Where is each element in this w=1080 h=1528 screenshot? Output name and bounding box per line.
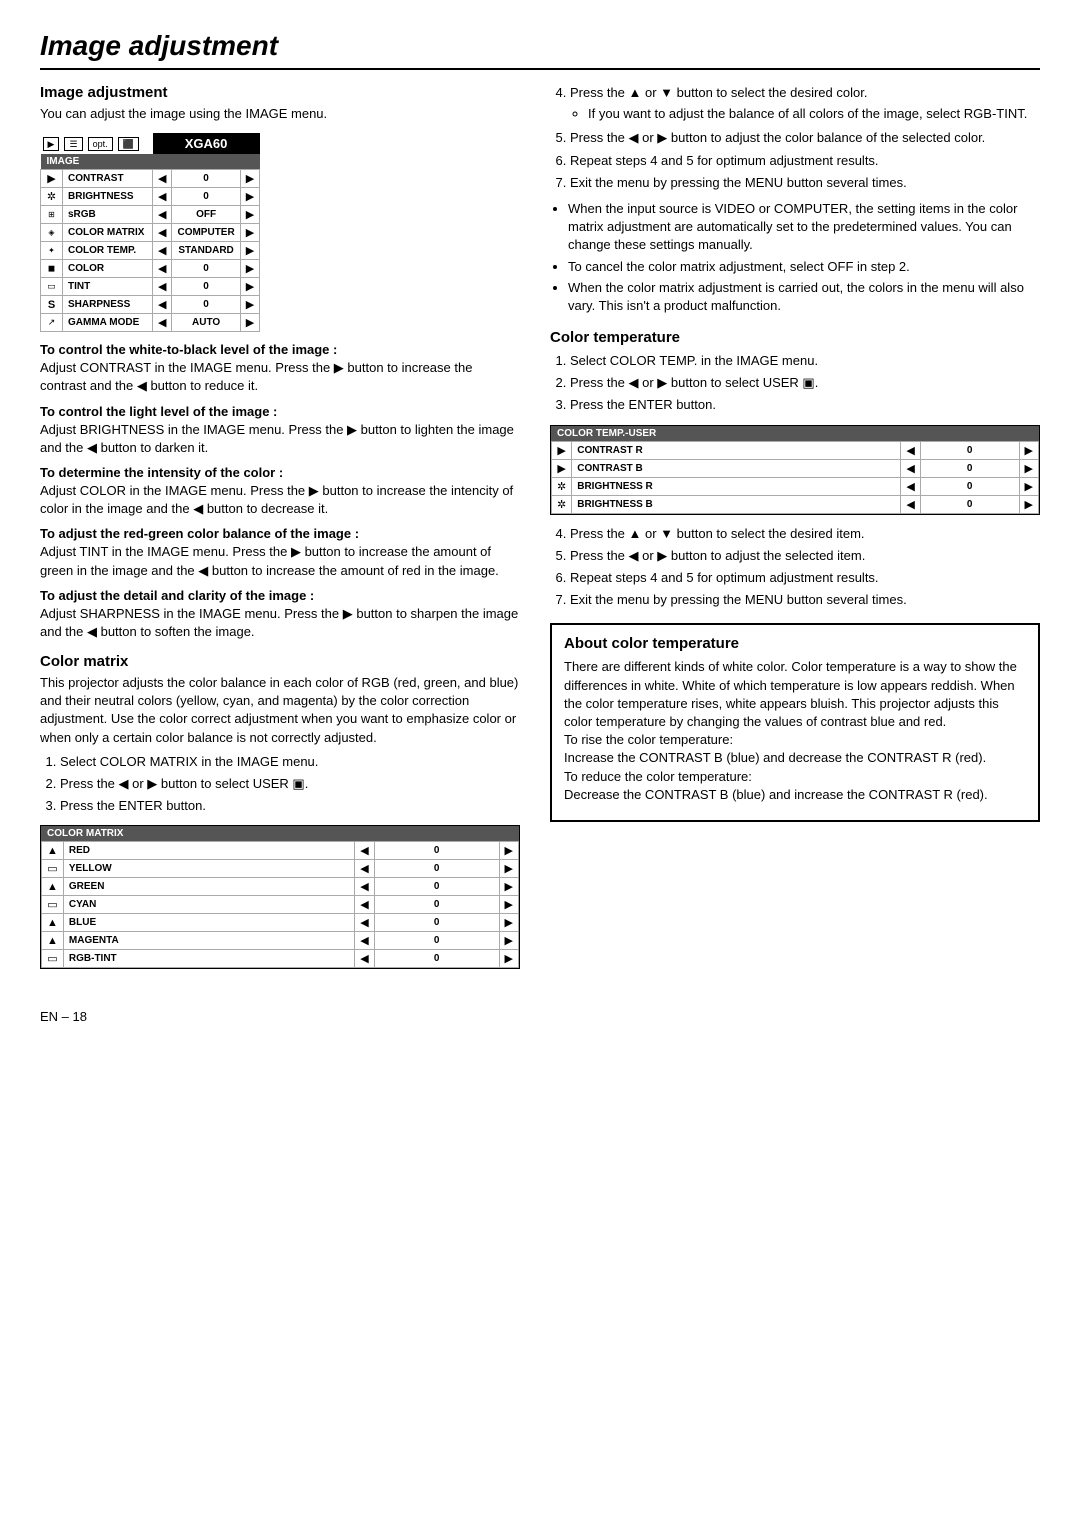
color-temp-steps: Select COLOR TEMP. in the IMAGE menu. Pr… xyxy=(570,352,1040,415)
ct-step-4: Press the ▲ or ▼ button to select the de… xyxy=(570,525,1040,543)
yellow-label: YELLOW xyxy=(63,860,354,878)
color-matrix-heading: Color matrix xyxy=(40,653,520,670)
step-2: Press the ◀ or ▶ button to select USER ▣… xyxy=(60,775,520,793)
adjustment-section-contrast: To control the white-to-black level of t… xyxy=(40,342,520,395)
brightness-b-icon: ✲ xyxy=(552,495,572,513)
gamma-icon: ↗ xyxy=(41,314,63,332)
srgb-label: sRGB xyxy=(63,206,153,224)
ct-step-3: Press the ENTER button. xyxy=(570,396,1040,414)
color-temp-heading: Color temperature xyxy=(550,329,1040,346)
red-icon: ▲ xyxy=(42,842,64,860)
color-temp-icon: ✦ xyxy=(41,242,63,260)
cyan-label: CYAN xyxy=(63,896,354,914)
red-label: RED xyxy=(63,842,354,860)
contrast-label: CONTRAST xyxy=(63,170,153,188)
xga-label: XGA60 xyxy=(153,133,260,154)
note-3: When the color matrix adjustment is carr… xyxy=(568,279,1040,315)
page-title: Image adjustment xyxy=(40,30,1040,70)
about-color-temp-heading: About color temperature xyxy=(564,635,1026,652)
contrast-b-icon: ▶ xyxy=(552,459,572,477)
rgbtint-label: RGB-TINT xyxy=(63,950,354,968)
brightness-b-label: BRIGHTNESS B xyxy=(572,495,901,513)
image-menu-table: ▶ ☰ opt. ⬛ XGA60 IMAGE ▶ CONTRAST ◀ 0 ▶ … xyxy=(40,133,260,332)
contrast-r-icon: ▶ xyxy=(552,441,572,459)
step-6: Repeat steps 4 and 5 for optimum adjustm… xyxy=(570,152,1040,170)
contrast-b-label: CONTRAST B xyxy=(572,459,901,477)
note-1: When the input source is VIDEO or COMPUT… xyxy=(568,200,1040,255)
cyan-icon: ▭ xyxy=(42,896,64,914)
color-matrix-icon: ◈ xyxy=(41,224,63,242)
ct-step-5: Press the ◀ or ▶ button to adjust the se… xyxy=(570,547,1040,565)
contrast-r-label: CONTRAST R xyxy=(572,441,901,459)
right-steps-continued: Press the ▲ or ▼ button to select the de… xyxy=(570,84,1040,192)
color-matrix-table-header: COLOR MATRIX xyxy=(41,826,519,841)
adjustment-section-color: To determine the intensity of the color … xyxy=(40,465,520,518)
magenta-label: MAGENTA xyxy=(63,932,354,950)
magenta-icon: ▲ xyxy=(42,932,64,950)
color-label: COLOR xyxy=(63,260,153,278)
color-temp-box: COLOR TEMP.-USER ▶ CONTRAST R ◀ 0 ▶ ▶ CO… xyxy=(550,425,1040,515)
tint-label: TINT xyxy=(63,278,153,296)
color-matrix-steps: Select COLOR MATRIX in the IMAGE menu. P… xyxy=(60,753,520,816)
about-color-temp-text: There are different kinds of white color… xyxy=(564,658,1026,804)
color-matrix-intro: This projector adjusts the color balance… xyxy=(40,674,520,747)
about-color-temp-box: About color temperature There are differ… xyxy=(550,623,1040,822)
sharpness-label: SHARPNESS xyxy=(63,296,153,314)
ct-step-7: Exit the menu by pressing the MENU butto… xyxy=(570,591,1040,609)
brightness-icon: ✲ xyxy=(41,188,63,206)
blue-label: BLUE xyxy=(63,914,354,932)
rgbtint-icon: ▭ xyxy=(42,950,64,968)
sharpness-icon: S xyxy=(41,296,63,314)
ct-step-6: Repeat steps 4 and 5 for optimum adjustm… xyxy=(570,569,1040,587)
note-2: To cancel the color matrix adjustment, s… xyxy=(568,258,1040,276)
color-matrix-box: COLOR MATRIX ▲ RED ◀ 0 ▶ ▭ YELLOW ◀ 0 ▶ xyxy=(40,825,520,969)
color-icon: ◼ xyxy=(41,260,63,278)
step-7: Exit the menu by pressing the MENU butto… xyxy=(570,174,1040,192)
image-section-label: IMAGE xyxy=(41,154,260,170)
image-adjustment-intro: You can adjust the image using the IMAGE… xyxy=(40,105,520,123)
image-adjustment-heading: Image adjustment xyxy=(40,84,520,101)
color-temp-steps-after: Press the ▲ or ▼ button to select the de… xyxy=(570,525,1040,610)
step-1: Select COLOR MATRIX in the IMAGE menu. xyxy=(60,753,520,771)
page-footer: EN – 18 xyxy=(40,1009,1040,1024)
blue-icon: ▲ xyxy=(42,914,64,932)
step-4: Press the ▲ or ▼ button to select the de… xyxy=(570,84,1040,123)
ct-step-1: Select COLOR TEMP. in the IMAGE menu. xyxy=(570,352,1040,370)
step-5: Press the ◀ or ▶ button to adjust the co… xyxy=(570,129,1040,147)
green-label: GREEN xyxy=(63,878,354,896)
contrast-icon: ▶ xyxy=(41,170,63,188)
adjustment-section-tint: To adjust the red-green color balance of… xyxy=(40,526,520,579)
brightness-label: BRIGHTNESS xyxy=(63,188,153,206)
ct-step-2: Press the ◀ or ▶ button to select USER ▣… xyxy=(570,374,1040,392)
color-temp-label: COLOR TEMP. xyxy=(63,242,153,260)
gamma-label: GAMMA MODE xyxy=(63,314,153,332)
brightness-r-icon: ✲ xyxy=(552,477,572,495)
adjustment-section-brightness: To control the light level of the image … xyxy=(40,404,520,457)
color-matrix-notes: When the input source is VIDEO or COMPUT… xyxy=(568,200,1040,315)
color-matrix-label: COLOR MATRIX xyxy=(63,224,153,242)
step-4-bullet: If you want to adjust the balance of all… xyxy=(588,105,1040,123)
color-temp-table-header: COLOR TEMP.-USER xyxy=(551,426,1039,441)
yellow-icon: ▭ xyxy=(42,860,64,878)
step-3: Press the ENTER button. xyxy=(60,797,520,815)
tint-icon: ▭ xyxy=(41,278,63,296)
adjustment-section-sharpness: To adjust the detail and clarity of the … xyxy=(40,588,520,641)
green-icon: ▲ xyxy=(42,878,64,896)
srgb-icon: ⊞ xyxy=(41,206,63,224)
brightness-r-label: BRIGHTNESS R xyxy=(572,477,901,495)
